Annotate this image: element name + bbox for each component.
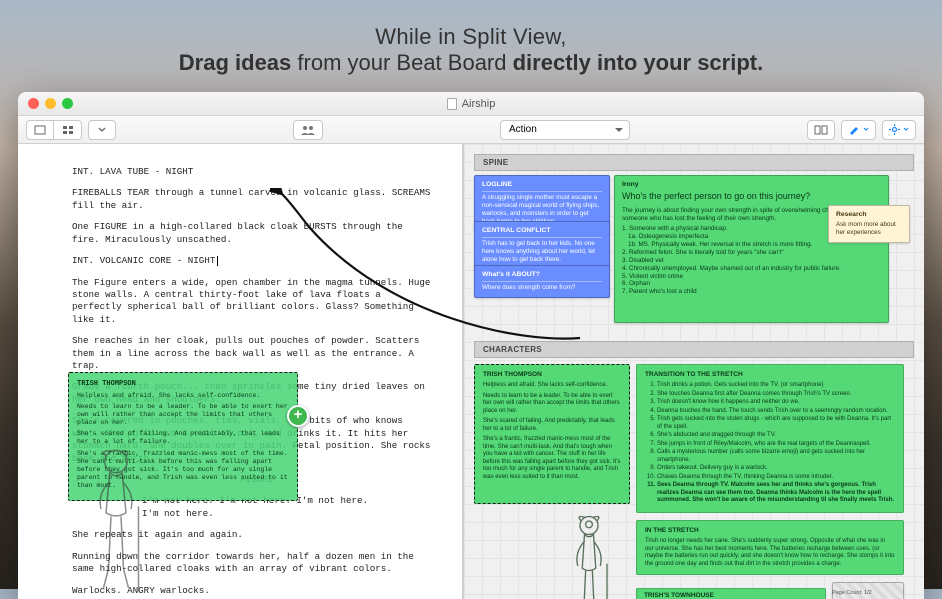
card-title: LOGLINE xyxy=(482,181,602,192)
list-item: Trish gets sucked into the stolen drugs … xyxy=(657,416,895,431)
highlighter-icon xyxy=(848,125,860,135)
card-title: Research xyxy=(836,211,902,219)
close-icon[interactable] xyxy=(28,98,39,109)
add-icon: + xyxy=(287,405,309,427)
beat-card-conflict[interactable]: CENTRAL CONFLICT Trish has to get back t… xyxy=(474,221,610,270)
list-item: She's abducted and dragged through the T… xyxy=(657,432,895,440)
view-page-button[interactable] xyxy=(26,120,54,140)
action-text: One FIGURE in a high-collared black cloa… xyxy=(72,221,432,246)
people-icon xyxy=(300,125,316,135)
card-title: CENTRAL CONFLICT xyxy=(482,227,602,238)
promo-line2: Drag ideas from your Beat Board directly… xyxy=(20,50,922,76)
scene-heading: INT. LAVA TUBE - NIGHT xyxy=(72,166,432,178)
chevron-down-icon xyxy=(98,127,106,133)
view-cards-button[interactable] xyxy=(54,120,82,140)
gear-icon xyxy=(889,124,900,135)
collaborate-button[interactable] xyxy=(293,120,323,140)
list-item: 7. Parent who's lost a child xyxy=(622,288,881,296)
element-select[interactable]: Action xyxy=(500,120,630,140)
toolbar: Action xyxy=(18,116,924,144)
list-item: Calls a mysterious number (calls some bi… xyxy=(657,449,895,464)
titlebar: Airship xyxy=(18,92,924,116)
card-title: IN THE STRETCH xyxy=(645,527,895,535)
beat-card-research[interactable]: Research Ask mom more about her experien… xyxy=(828,205,910,243)
card-title: TRISH'S TOWNHOUSE xyxy=(644,592,818,599)
card-text: She's scared of failing. And predictably… xyxy=(483,418,621,433)
beat-card-irony[interactable]: Irony Who's the perfect person to go on … xyxy=(614,175,889,323)
beat-card-trish[interactable]: TRISH THOMPSON Helpless and afraid. She … xyxy=(474,364,630,504)
page-icon xyxy=(34,125,46,135)
beat-card-townhouse[interactable]: TRISH'S TOWNHOUSE xyxy=(636,588,826,599)
text-caret xyxy=(217,256,218,266)
card-title: Irony xyxy=(622,181,881,189)
document-icon xyxy=(447,98,457,110)
beat-card-transition[interactable]: TRANSITION TO THE STRETCH Trish drinks a… xyxy=(636,364,904,513)
action-text: The Figure enters a wide, open chamber i… xyxy=(72,277,432,327)
card-title: What's it ABOUT? xyxy=(482,271,602,282)
card-text: She's a frantic, frazzled manic-mess mos… xyxy=(483,436,621,481)
card-text: Helpless and afraid. She lacks self-conf… xyxy=(77,392,289,400)
maximize-icon[interactable] xyxy=(62,98,73,109)
section-header-characters: CHARACTERS xyxy=(474,341,914,358)
card-text: Ask mom more about her experiences xyxy=(836,221,902,237)
beat-card-stretch[interactable]: IN THE STRETCH Trish no longer needs her… xyxy=(636,520,904,575)
card-text: Where does strength come from? xyxy=(482,284,602,292)
list-item: Trish drinks a potion. Gets sucked into … xyxy=(657,382,895,390)
list-item: Chases Deanna through the TV, thinking D… xyxy=(657,474,895,482)
card-question: Who's the perfect person to go on this j… xyxy=(622,191,881,202)
list-item: She jumps in front of Riley/Malcolm, who… xyxy=(657,441,895,449)
cards-icon xyxy=(62,125,74,135)
scene-heading: INT. VOLCANIC CORE - NIGHT xyxy=(72,255,432,267)
minimize-icon[interactable] xyxy=(45,98,56,109)
card-text: Trish has to get back to her kids. No on… xyxy=(482,240,602,264)
script-editor[interactable]: INT. LAVA TUBE - NIGHT FIREBALLS TEAR th… xyxy=(18,144,462,599)
list-item: Trish doesn't know how it happens and ne… xyxy=(657,399,895,407)
list-item: Deanna touches the hand. The touch sends… xyxy=(657,408,895,416)
page-count: Page Count: 1/2 xyxy=(832,590,872,596)
list-item: 2. Reformed felon. She is literally told… xyxy=(622,249,881,257)
list-item: 6. Orphan xyxy=(622,280,881,288)
promo-line1: While in Split View, xyxy=(20,24,922,50)
card-text: Needs to learn to be a leader. To be abl… xyxy=(483,393,621,416)
section-header-spine: SPINE xyxy=(474,154,914,171)
list-item: Orders takeout. Delivery guy is a warloc… xyxy=(657,465,895,473)
list-item: 3. Disabled vet xyxy=(622,257,881,265)
chevron-down-icon xyxy=(903,127,909,132)
card-title: TRANSITION TO THE STRETCH xyxy=(645,371,895,379)
beat-card-about[interactable]: What's it ABOUT? Where does strength com… xyxy=(474,265,610,298)
action-text: FIREBALLS TEAR through a tunnel carved i… xyxy=(72,187,432,212)
element-select-label: Action xyxy=(509,124,537,135)
app-window: Airship Action xyxy=(18,92,924,599)
chevron-down-icon xyxy=(863,127,869,132)
list-item: She touches Deanna first after Deanna co… xyxy=(657,391,895,399)
card-title: TRISH THOMPSON xyxy=(483,371,621,379)
beat-board[interactable]: SPINE LOGLINE A struggling single mother… xyxy=(464,144,924,599)
list-item: Sees Deanna through TV. Malcolm sees her… xyxy=(657,482,895,505)
split-view-button[interactable] xyxy=(807,120,835,140)
card-title: TRISH THOMPSON xyxy=(77,380,289,389)
action-text: She reaches in her cloak, pulls out pouc… xyxy=(72,335,432,372)
card-text: Needs to learn to be a leader. To be abl… xyxy=(77,403,289,427)
character-illustration xyxy=(76,444,156,594)
list-item: 5. Violent victim crime xyxy=(622,273,881,281)
list-item: 4. Chronically unemployed. Maybe shamed … xyxy=(622,265,881,273)
highlighter-button[interactable] xyxy=(841,120,876,140)
character-illustration xyxy=(554,512,624,599)
split-view-icon xyxy=(814,125,828,135)
card-text: Helpless and afraid. She lacks self-conf… xyxy=(483,382,621,390)
card-text: Trish no longer needs her cane. She's su… xyxy=(645,538,895,568)
chevron-down-button[interactable] xyxy=(88,120,116,140)
settings-button[interactable] xyxy=(882,120,916,140)
window-title: Airship xyxy=(462,98,496,110)
